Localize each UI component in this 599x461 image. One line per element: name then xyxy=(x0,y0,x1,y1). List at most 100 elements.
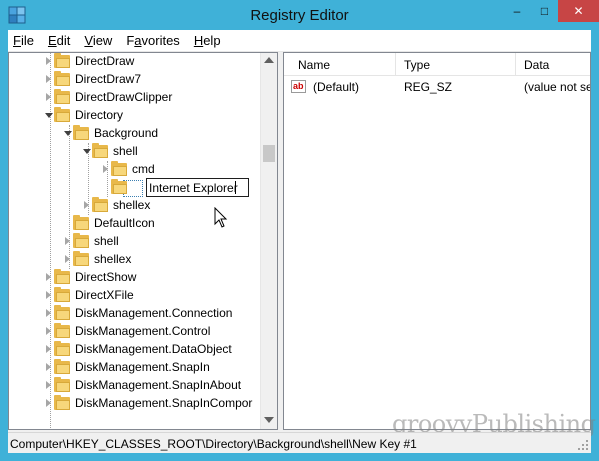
value-name: (Default) xyxy=(313,80,360,94)
menu-view[interactable]: View xyxy=(84,33,112,48)
tree-item[interactable]: shell xyxy=(9,233,261,251)
value-type: REG_SZ xyxy=(404,80,453,94)
folder-icon xyxy=(73,215,89,230)
collapse-arrow-icon[interactable] xyxy=(45,113,53,118)
value-row[interactable]: ab (Default) REG_SZ (value not set) xyxy=(284,78,590,96)
expand-arrow-icon[interactable] xyxy=(46,327,51,335)
scroll-thumb[interactable] xyxy=(263,145,275,162)
resize-grip-icon[interactable] xyxy=(577,439,589,451)
expand-arrow-icon[interactable] xyxy=(46,291,51,299)
mouse-pointer-icon xyxy=(214,207,228,228)
menu-favorites[interactable]: Favorites xyxy=(126,33,179,48)
collapse-arrow-icon[interactable] xyxy=(83,149,91,154)
tree-item[interactable]: DiskManagement.SnapInCompor xyxy=(9,395,261,413)
tree-item-label: DiskManagement.Connection xyxy=(75,306,233,320)
menu-help[interactable]: Help xyxy=(194,33,221,48)
folder-icon xyxy=(92,143,108,158)
scroll-down-icon[interactable] xyxy=(264,417,274,423)
tree-item-label: DiskManagement.Control xyxy=(75,324,211,338)
expand-arrow-icon[interactable] xyxy=(46,57,51,65)
tree-item[interactable]: DirectDraw xyxy=(9,53,261,71)
column-divider[interactable] xyxy=(395,53,396,76)
folder-icon xyxy=(111,179,127,194)
tree-item-label: DirectDraw7 xyxy=(75,72,142,86)
tree-vertical-scrollbar[interactable] xyxy=(260,53,277,429)
collapse-arrow-icon[interactable] xyxy=(64,131,72,136)
folder-icon xyxy=(54,53,70,68)
folder-icon xyxy=(54,305,70,320)
title-bar[interactable]: Registry Editor – □ ✕ xyxy=(0,0,599,30)
value-data: (value not set) xyxy=(524,80,590,94)
values-list[interactable]: Name Type Data ab (Default) REG_SZ (valu… xyxy=(283,52,591,430)
maximize-button[interactable]: □ xyxy=(531,0,558,22)
tree-item-label: DirectDrawClipper xyxy=(75,90,173,104)
folder-icon xyxy=(54,107,70,122)
scroll-up-icon[interactable] xyxy=(264,57,274,63)
column-divider[interactable] xyxy=(515,53,516,76)
tree-item-label: shellex xyxy=(94,252,132,266)
tree-item[interactable]: Background xyxy=(9,125,261,143)
folder-icon xyxy=(73,125,89,140)
expand-arrow-icon[interactable] xyxy=(46,93,51,101)
tree-item[interactable]: DirectDraw7 xyxy=(9,71,261,89)
expand-arrow-icon[interactable] xyxy=(84,201,89,209)
status-bar: Computer\HKEY_CLASSES_ROOT\Directory\Bac… xyxy=(8,432,591,453)
expand-arrow-icon[interactable] xyxy=(46,75,51,83)
tree-item[interactable]: DiskManagement.Connection xyxy=(9,305,261,323)
tree-item-label: Directory xyxy=(75,108,124,122)
tree-item[interactable]: shellex xyxy=(9,251,261,269)
expand-arrow-icon[interactable] xyxy=(46,399,51,407)
tree-item[interactable]: DiskManagement.Control xyxy=(9,323,261,341)
column-header-name[interactable]: Name xyxy=(298,58,330,72)
folder-icon xyxy=(54,89,70,104)
tree-item[interactable]: DirectXFile xyxy=(9,287,261,305)
values-list-header: Name Type Data xyxy=(284,53,590,76)
expand-arrow-icon[interactable] xyxy=(46,363,51,371)
close-button[interactable]: ✕ xyxy=(558,0,599,22)
expand-arrow-icon[interactable] xyxy=(46,309,51,317)
tree-item-label: DirectShow xyxy=(75,270,137,284)
expand-arrow-icon[interactable] xyxy=(46,273,51,281)
tree-item-label: DirectXFile xyxy=(75,288,134,302)
column-header-type[interactable]: Type xyxy=(404,58,430,72)
tree-item-label: shell xyxy=(94,234,119,248)
folder-icon xyxy=(73,233,89,248)
tree-item[interactable]: DiskManagement.DataObject xyxy=(9,341,261,359)
expand-arrow-icon[interactable] xyxy=(46,345,51,353)
expand-arrow-icon[interactable] xyxy=(65,255,70,263)
expand-arrow-icon[interactable] xyxy=(65,237,70,245)
registry-editor-window: Registry Editor – □ ✕ File Edit View Fav… xyxy=(0,0,599,461)
tree-item-label: DiskManagement.SnapIn xyxy=(75,360,210,374)
menu-edit[interactable]: Edit xyxy=(48,33,70,48)
tree-item-label: DiskManagement.DataObject xyxy=(75,342,232,356)
tree-item-label: cmd xyxy=(132,162,155,176)
expand-arrow-icon[interactable] xyxy=(103,165,108,173)
tree-item-label: Background xyxy=(94,126,159,140)
menu-file[interactable]: File xyxy=(13,33,34,48)
tree-item-label: DirectDraw xyxy=(75,54,135,68)
folder-icon xyxy=(54,71,70,86)
tree-item[interactable]: DirectDrawClipper xyxy=(9,89,261,107)
tree-item[interactable]: DiskManagement.SnapIn xyxy=(9,359,261,377)
folder-icon xyxy=(54,323,70,338)
registry-tree[interactable]: Internet Explorer DirectDraw DirectDraw7 D… xyxy=(8,52,278,430)
tree-item[interactable]: cmd xyxy=(9,161,261,179)
minimize-icon: – xyxy=(513,4,521,18)
expand-arrow-icon[interactable] xyxy=(46,381,51,389)
tree-item-label: shellex xyxy=(113,198,151,212)
folder-icon xyxy=(92,197,108,212)
column-header-data[interactable]: Data xyxy=(524,58,549,72)
tree-item[interactable] xyxy=(9,179,261,197)
close-icon: ✕ xyxy=(573,4,584,18)
folder-icon xyxy=(54,359,70,374)
tree-item[interactable]: DiskManagement.SnapInAbout xyxy=(9,377,261,395)
tree-item[interactable]: shell xyxy=(9,143,261,161)
folder-icon xyxy=(54,377,70,392)
folder-icon xyxy=(54,287,70,302)
maximize-icon: □ xyxy=(540,4,549,18)
minimize-button[interactable]: – xyxy=(503,0,531,22)
tree-item[interactable]: Directory xyxy=(9,107,261,125)
menu-bar: File Edit View Favorites Help xyxy=(8,30,591,52)
tree-item[interactable]: DirectShow xyxy=(9,269,261,287)
folder-icon xyxy=(73,251,89,266)
